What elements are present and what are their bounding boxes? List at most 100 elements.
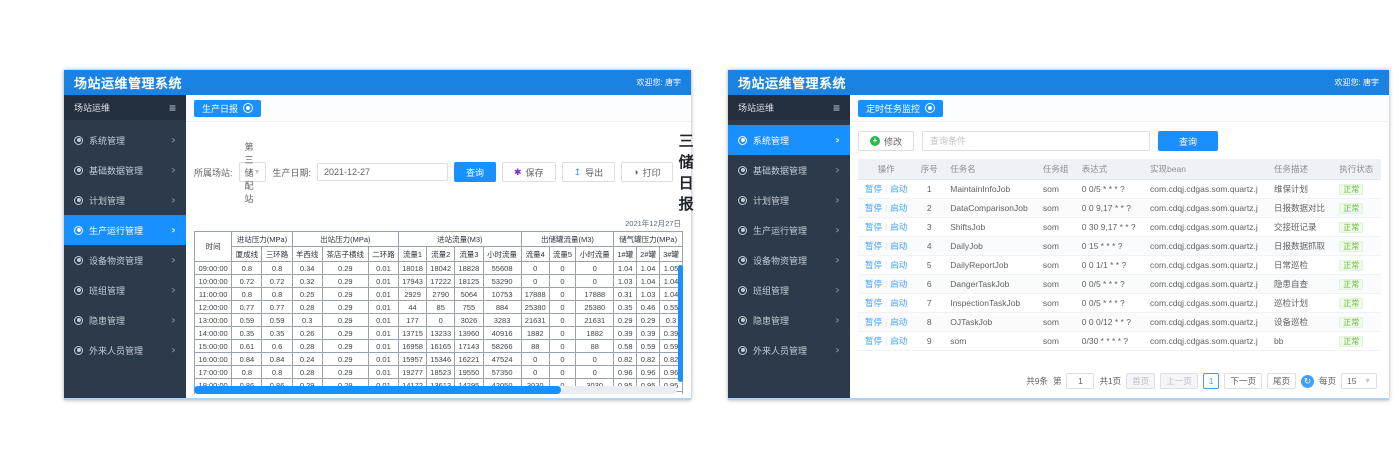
name-cell: InspectionTaskJob xyxy=(944,294,1037,313)
table-cell: 16:00:00 xyxy=(195,353,232,366)
status-cell: 正常 xyxy=(1333,180,1381,199)
col-group-header: 进站压力(MPa) xyxy=(232,232,292,247)
tab-production-report[interactable]: 生产日报 xyxy=(194,100,261,117)
status-cell: 正常 xyxy=(1333,313,1381,332)
table-row: 14:00:000.350.350.260.290.01137151323313… xyxy=(195,327,683,340)
table-cell: 0.84 xyxy=(232,353,262,366)
sidebar-item-1[interactable]: 系统管理> xyxy=(728,125,850,155)
table-cell: 88 xyxy=(576,340,614,353)
refresh-icon[interactable]: ↻ xyxy=(1301,375,1314,388)
status-cell: 正常 xyxy=(1333,332,1381,351)
table-cell: 0.01 xyxy=(368,366,398,379)
table-cell: 2929 xyxy=(398,288,426,301)
table-cell: 13715 xyxy=(398,327,426,340)
sidebar-item-2[interactable]: 基础数据管理> xyxy=(64,155,186,185)
production-date-input[interactable] xyxy=(317,163,448,181)
start-link[interactable]: 启动 xyxy=(890,260,907,270)
sidebar-item-6[interactable]: 班组管理> xyxy=(64,275,186,305)
name-cell: DailyReportJob xyxy=(944,256,1037,275)
task-row: 暂停|启动6DangerTaskJobsom0 0/5 * * * ?com.c… xyxy=(858,275,1381,294)
sidebar-item-4[interactable]: 生产运行管理> xyxy=(728,215,850,245)
start-link[interactable]: 启动 xyxy=(890,279,907,289)
sidebar-item-7[interactable]: 隐患管理> xyxy=(64,305,186,335)
prev-page-button[interactable]: 上一页 xyxy=(1160,373,1198,389)
pause-link[interactable]: 暂停 xyxy=(865,260,882,270)
pause-link[interactable]: 暂停 xyxy=(865,203,882,213)
next-page-button[interactable]: 下一页 xyxy=(1224,373,1262,389)
status-badge: 正常 xyxy=(1339,279,1363,290)
sidebar-item-6[interactable]: 班组管理> xyxy=(728,275,850,305)
menu-bullet-icon xyxy=(738,286,747,295)
start-link[interactable]: 启动 xyxy=(890,241,907,251)
station-select[interactable]: 第三储配站 ▼ xyxy=(239,162,267,182)
app-title: 场站运维管理系统 xyxy=(738,73,846,92)
table-cell: 0.29 xyxy=(322,262,368,275)
current-page-button[interactable]: 1 xyxy=(1203,373,1220,389)
start-link[interactable]: 启动 xyxy=(890,184,907,194)
sidebar-item-5[interactable]: 设备物资管理> xyxy=(728,245,850,275)
sidebar-item-3[interactable]: 计划管理> xyxy=(728,185,850,215)
sidebar-item-8[interactable]: 外来人员管理> xyxy=(728,335,850,365)
table-row: 12:00:000.770.770.280.290.01448575588425… xyxy=(195,301,683,314)
production-report-window: 场站运维管理系统 欢迎您: 唐宇 场站运维 ≡ 系统管理>基础数据管理>计划管理… xyxy=(64,70,691,400)
cron-cell: 0/30 * * * * ? xyxy=(1076,332,1144,351)
start-link[interactable]: 启动 xyxy=(890,203,907,213)
pause-link[interactable]: 暂停 xyxy=(865,279,882,289)
horizontal-scrollbar-thumb[interactable] xyxy=(194,386,561,394)
sidebar-item-1[interactable]: 系统管理> xyxy=(64,125,186,155)
sidebar-item-2[interactable]: 基础数据管理> xyxy=(728,155,850,185)
table-cell: 0.6 xyxy=(262,340,292,353)
pause-link[interactable]: 暂停 xyxy=(865,241,882,251)
cron-cell: 0 0 9,17 * * ? xyxy=(1076,199,1144,218)
hamburger-icon[interactable]: ≡ xyxy=(833,101,840,115)
operation-cell: 暂停|启动 xyxy=(858,332,914,351)
table-cell: 0.29 xyxy=(322,288,368,301)
print-button[interactable]: ◑打印 xyxy=(621,162,672,182)
sidebar-item-4[interactable]: 生产运行管理> xyxy=(64,215,186,245)
start-link[interactable]: 启动 xyxy=(890,298,907,308)
first-page-button[interactable]: 首页 xyxy=(1126,373,1155,389)
sidebar: 场站运维 ≡ 系统管理>基础数据管理>计划管理>生产运行管理>设备物资管理>班组… xyxy=(728,95,850,398)
page-size-select[interactable]: 15 ▼ xyxy=(1341,373,1377,389)
page-size-value: 15 xyxy=(1347,376,1356,386)
task-search-input[interactable] xyxy=(922,131,1150,151)
content-area: 生产日报 所属场站: 第三储配站 ▼ 生产日期: 查询 ✱保存 ↥导出 xyxy=(186,95,691,398)
start-link[interactable]: 启动 xyxy=(890,222,907,232)
sidebar-item-8[interactable]: 外来人员管理> xyxy=(64,335,186,365)
tab-close-icon[interactable] xyxy=(243,103,253,113)
sidebar-item-7[interactable]: 隐患管理> xyxy=(728,305,850,335)
tab-close-icon[interactable] xyxy=(925,103,935,113)
table-cell: 0 xyxy=(521,275,549,288)
search-button[interactable]: 查询 xyxy=(1158,131,1218,151)
chevron-right-icon: > xyxy=(836,196,840,205)
divider: | xyxy=(885,241,887,251)
export-button[interactable]: ↥导出 xyxy=(562,162,616,182)
table-cell: 0 xyxy=(549,353,575,366)
search-button[interactable]: 查询 xyxy=(454,162,496,182)
modify-button[interactable]: +修改 xyxy=(858,131,914,151)
horizontal-scrollbar-track[interactable] xyxy=(194,386,677,394)
sidebar-item-5[interactable]: 设备物资管理> xyxy=(64,245,186,275)
operation-cell: 暂停|启动 xyxy=(858,199,914,218)
hamburger-icon[interactable]: ≡ xyxy=(169,101,176,115)
start-link[interactable]: 启动 xyxy=(890,317,907,327)
vertical-scrollbar[interactable] xyxy=(678,265,683,382)
last-page-button[interactable]: 尾页 xyxy=(1267,373,1296,389)
table-cell: 0 xyxy=(549,314,575,327)
col-group-header: 出站压力(MPa) xyxy=(292,232,398,247)
chevron-right-icon: > xyxy=(172,226,176,235)
tab-task-monitor[interactable]: 定时任务监控 xyxy=(858,100,943,117)
divider: | xyxy=(885,203,887,213)
start-link[interactable]: 启动 xyxy=(890,336,907,346)
pause-link[interactable]: 暂停 xyxy=(865,317,882,327)
save-button[interactable]: ✱保存 xyxy=(502,162,556,182)
pause-link[interactable]: 暂停 xyxy=(865,336,882,346)
pause-link[interactable]: 暂停 xyxy=(865,298,882,308)
table-cell: 0.29 xyxy=(322,301,368,314)
page-number-input[interactable] xyxy=(1072,376,1088,386)
sidebar-item-3[interactable]: 计划管理> xyxy=(64,185,186,215)
cron-cell: 0 30 9,17 * * ? xyxy=(1076,218,1144,237)
col-header: 二环路 xyxy=(368,247,398,262)
pause-link[interactable]: 暂停 xyxy=(865,184,882,194)
pause-link[interactable]: 暂停 xyxy=(865,222,882,232)
